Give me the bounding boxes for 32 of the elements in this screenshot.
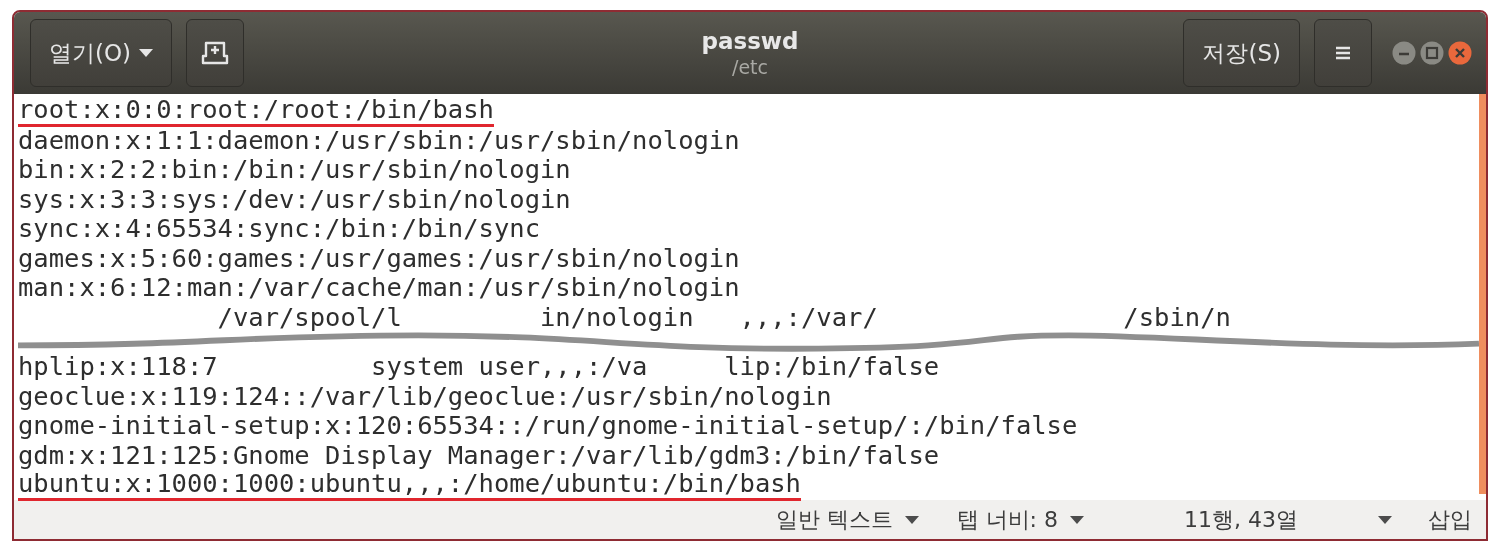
code-line: root:x:0:0:root:/root:/bin/bash xyxy=(18,94,494,127)
insert-mode: 삽입 xyxy=(1428,505,1472,534)
code-line: geoclue:x:119:124::/var/lib/geoclue:/usr/sbin/nologin xyxy=(18,381,832,411)
code-line: gnome-initial-setup:x:120:65534::/run/gnome-initial-setup/:/bin/false xyxy=(18,411,1078,441)
close-button[interactable] xyxy=(1448,41,1472,65)
code-line: gdm:x:121:125:Gnome Display Manager:/var/lib/gdm3:/bin/false xyxy=(18,440,940,470)
new-tab-button[interactable] xyxy=(186,19,245,87)
code-line: hplip:x:118:7 system user,,,:/va lip:/bin/false xyxy=(18,352,940,382)
maximize-button[interactable] xyxy=(1420,41,1444,65)
caret-icon xyxy=(139,49,154,57)
code-line: sys:x:3:3:sys:/dev:/usr/sbin/nologin xyxy=(18,184,571,214)
code-line: games:x:5:60:games:/usr/games:/usr/sbin/nologin xyxy=(18,243,740,273)
language-dropdown[interactable]: 일반 텍스트 xyxy=(765,504,929,535)
new-tab-icon xyxy=(201,40,230,66)
caret-icon xyxy=(904,515,919,524)
code-line: man:x:6:12:man:/var/cache/man:/usr/sbin/nologin xyxy=(18,273,740,303)
menu-button[interactable] xyxy=(1314,19,1372,87)
open-button[interactable]: 열기(O) xyxy=(30,19,173,87)
window-subtitle: /etc xyxy=(732,55,768,79)
caret-icon xyxy=(1378,515,1392,524)
code-line: daemon:x:1:1:daemon:/usr/sbin:/usr/sbin/nologin xyxy=(18,125,740,155)
tab-width-dropdown[interactable]: 탭 너비: 8 xyxy=(946,504,1094,535)
code-line: sync:x:4:65534:sync:/bin:/bin/sync xyxy=(18,214,540,244)
scrollbar[interactable] xyxy=(1479,94,1486,494)
menu-icon xyxy=(1335,45,1351,61)
minimize-button[interactable] xyxy=(1392,41,1416,65)
window-title: passwd xyxy=(701,27,799,55)
code-line: bin:x:2:2:bin:/bin:/usr/sbin/nologin xyxy=(18,155,571,185)
save-button[interactable]: 저장(S) xyxy=(1183,19,1300,87)
cursor-position: 11행, 43열 xyxy=(1184,505,1298,534)
code-line: /var/spool/l in/nologin ,,,:/var/ /sbin/n xyxy=(216,302,1231,332)
caret-icon xyxy=(1070,515,1084,524)
